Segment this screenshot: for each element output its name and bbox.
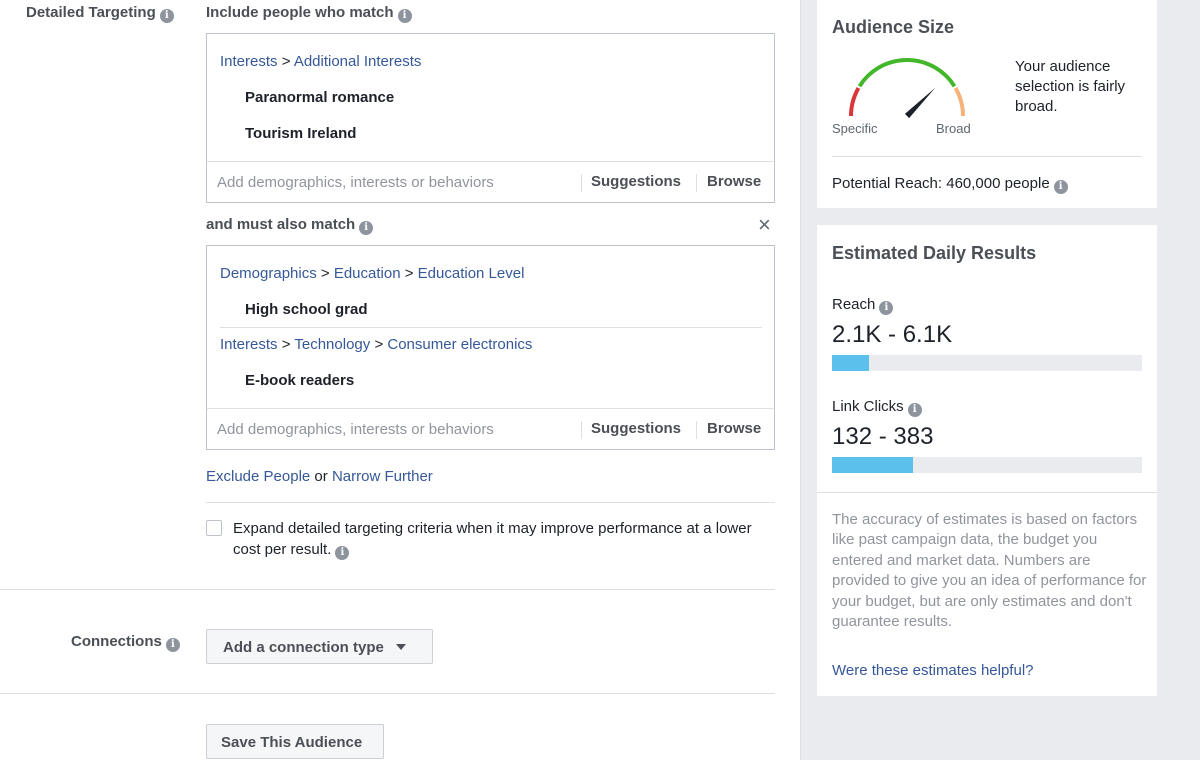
divider — [696, 174, 697, 192]
reach-value: 2.1K - 6.1K — [832, 321, 953, 348]
reach-bar — [832, 355, 1142, 371]
divider — [832, 156, 1142, 157]
browse-button[interactable]: Browse — [707, 173, 761, 190]
caret-down-icon — [396, 644, 407, 650]
daily-results-card: Estimated Daily Results Reach i 2.1K - 6.… — [817, 225, 1157, 696]
suggestions-button[interactable]: Suggestions — [591, 173, 681, 190]
info-icon[interactable]: i — [1053, 180, 1068, 194]
breadcrumb-separator: > — [320, 265, 330, 282]
breadcrumb-separator: > — [281, 336, 291, 353]
exclude-narrow-links: Exclude People or Narrow Further — [206, 468, 433, 485]
audience-description: Your audience selection is fairly broad. — [1015, 58, 1126, 115]
daily-results-title: Estimated Daily Results — [832, 243, 1037, 263]
breadcrumb-link[interactable]: Education — [334, 265, 401, 282]
clicks-label: Link Clicks i — [832, 398, 922, 417]
info-icon[interactable]: i — [397, 9, 412, 23]
targeting-item[interactable]: E-book readers — [245, 372, 354, 389]
info-icon[interactable]: i — [359, 221, 374, 235]
targeting-item[interactable]: Paranormal romance — [245, 89, 394, 106]
close-icon[interactable]: × — [758, 212, 771, 238]
divider — [817, 492, 1157, 493]
divider — [220, 327, 762, 328]
targeting-input-bar: Add demographics, interests or behaviors… — [206, 161, 775, 203]
add-connection-button[interactable]: Add a connection type — [206, 629, 433, 664]
breadcrumb-link[interactable]: Consumer electronics — [387, 336, 532, 353]
info-icon[interactable]: i — [879, 301, 894, 315]
potential-reach: Potential Reach: 460,000 people i — [832, 175, 1068, 194]
include-label: Include people who match i — [206, 4, 412, 23]
connections-label: Connections i — [71, 633, 180, 652]
divider — [696, 421, 697, 439]
clicks-bar-fill — [832, 457, 913, 473]
browse-button[interactable]: Browse — [707, 420, 761, 437]
and-must-label: and must also match i — [206, 216, 374, 235]
info-icon[interactable]: i — [165, 638, 180, 652]
breadcrumb: Interests > Additional Interests — [220, 53, 421, 70]
estimates-disclaimer: The accuracy of estimates is based on fa… — [832, 511, 1147, 631]
save-audience-button[interactable]: Save This Audience — [206, 724, 384, 759]
suggestions-button[interactable]: Suggestions — [591, 420, 681, 437]
clicks-bar — [832, 457, 1142, 473]
breadcrumb-link[interactable]: Additional Interests — [294, 53, 422, 70]
audience-size-card: Audience Size Specific Broad Your audien… — [817, 0, 1157, 208]
expand-checkbox[interactable] — [206, 520, 222, 536]
targeting-item[interactable]: High school grad — [245, 301, 368, 318]
divider — [0, 693, 775, 694]
reach-bar-fill — [832, 355, 870, 371]
breadcrumb-separator: > — [374, 336, 384, 353]
must-match-criteria-box: Demographics > Education > Education Lev… — [206, 245, 775, 410]
info-icon[interactable]: i — [907, 403, 922, 417]
gauge-specific-label: Specific — [832, 121, 878, 136]
audience-size-title: Audience Size — [832, 17, 955, 37]
breadcrumb-separator: > — [281, 53, 291, 70]
breadcrumb-separator: > — [404, 265, 414, 282]
breadcrumb-link[interactable]: Interests — [220, 53, 278, 70]
breadcrumb-link[interactable]: Demographics — [220, 265, 317, 282]
exclude-people-link[interactable]: Exclude People — [206, 468, 310, 485]
targeting-item[interactable]: Tourism Ireland — [245, 125, 356, 142]
info-icon[interactable]: i — [159, 9, 174, 23]
estimates-helpful-link[interactable]: Were these estimates helpful? — [832, 662, 1034, 679]
divider — [206, 502, 775, 503]
breadcrumb-link[interactable]: Interests — [220, 336, 278, 353]
breadcrumb: Interests > Technology > Consumer electr… — [220, 336, 532, 353]
info-icon[interactable]: i — [335, 546, 350, 560]
breadcrumb-link[interactable]: Education Level — [418, 265, 525, 282]
detailed-targeting-label: Detailed Targeting i — [26, 4, 174, 23]
divider — [581, 174, 582, 192]
include-criteria-box: Interests > Additional Interests Paranor… — [206, 33, 775, 162]
clicks-value: 132 - 383 — [832, 423, 934, 450]
narrow-further-link[interactable]: Narrow Further — [332, 468, 433, 485]
divider — [0, 589, 775, 590]
breadcrumb: Demographics > Education > Education Lev… — [220, 265, 524, 282]
targeting-search-input[interactable]: Add demographics, interests or behaviors — [217, 174, 494, 191]
divider — [581, 421, 582, 439]
expand-text: Expand detailed targeting criteria when … — [233, 520, 752, 560]
gauge-needle — [904, 87, 936, 119]
targeting-search-input[interactable]: Add demographics, interests or behaviors — [217, 421, 494, 438]
reach-label: Reach i — [832, 296, 894, 315]
gauge-broad-label: Broad — [936, 121, 971, 136]
audience-gauge — [849, 58, 965, 119]
breadcrumb-link[interactable]: Technology — [294, 336, 370, 353]
targeting-input-bar: Add demographics, interests or behaviors… — [206, 408, 775, 450]
